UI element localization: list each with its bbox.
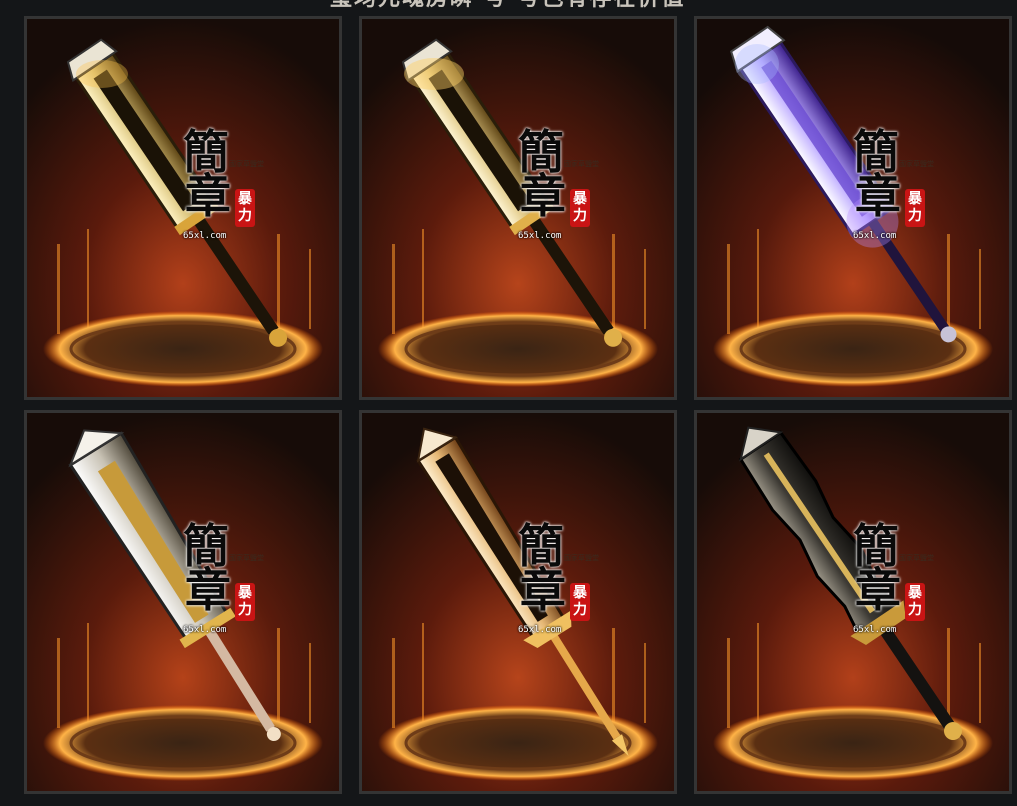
weapon-card-1[interactable]: 簡 國家草鹽堂 章 暴力 65xl.com <box>24 16 342 400</box>
watermark: 簡 國家草鹽堂 章 暴力 65xl.com <box>853 523 973 653</box>
weapon-gallery: 玺均元魂房瞬 号 号色有存在价值 <box>0 0 1017 806</box>
watermark-char: 章 <box>185 563 231 617</box>
weapon-card-3[interactable]: 簡 國家草鹽堂 章 暴力 65xl.com <box>694 16 1012 400</box>
watermark: 簡 國家草鹽堂 章 暴力 65xl.com <box>183 523 303 653</box>
watermark-char: 章 <box>520 563 566 617</box>
watermark-seal: 暴力 <box>905 583 925 621</box>
watermark-seal: 暴力 <box>570 189 590 227</box>
watermark-seal: 暴力 <box>905 189 925 227</box>
watermark-domain: 65xl.com <box>518 625 562 635</box>
page-title: 玺均元魂房瞬 号 号色有存在价值 <box>330 0 685 10</box>
watermark-domain: 65xl.com <box>853 625 897 635</box>
watermark-char: 章 <box>185 169 231 223</box>
watermark-seal: 暴力 <box>570 583 590 621</box>
watermark-small-text: 國家草鹽堂 <box>564 160 599 168</box>
watermark-small-text: 國家草鹽堂 <box>899 160 934 168</box>
weapon-card-2[interactable]: 簡 國家草鹽堂 章 暴力 65xl.com <box>359 16 677 400</box>
weapon-card-4[interactable]: 簡 國家草鹽堂 章 暴力 65xl.com <box>24 410 342 794</box>
watermark-small-text: 國家草鹽堂 <box>229 160 264 168</box>
watermark-small-text: 國家草鹽堂 <box>229 554 264 562</box>
watermark: 簡 國家草鹽堂 章 暴力 65xl.com <box>183 129 303 259</box>
weapon-card-6[interactable]: 簡 國家草鹽堂 章 暴力 65xl.com <box>694 410 1012 794</box>
watermark-domain: 65xl.com <box>183 231 227 241</box>
watermark-seal: 暴力 <box>235 583 255 621</box>
watermark: 簡 國家草鹽堂 章 暴力 65xl.com <box>518 523 638 653</box>
watermark: 簡 國家草鹽堂 章 暴力 65xl.com <box>853 129 973 259</box>
watermark-small-text: 國家草鹽堂 <box>564 554 599 562</box>
watermark-small-text: 國家草鹽堂 <box>899 554 934 562</box>
watermark: 簡 國家草鹽堂 章 暴力 65xl.com <box>518 129 638 259</box>
watermark-domain: 65xl.com <box>518 231 562 241</box>
watermark-domain: 65xl.com <box>183 625 227 635</box>
watermark-char: 章 <box>855 563 901 617</box>
watermark-char: 章 <box>855 169 901 223</box>
weapon-card-5[interactable]: 簡 國家草鹽堂 章 暴力 65xl.com <box>359 410 677 794</box>
watermark-char: 章 <box>520 169 566 223</box>
watermark-domain: 65xl.com <box>853 231 897 241</box>
watermark-seal: 暴力 <box>235 189 255 227</box>
